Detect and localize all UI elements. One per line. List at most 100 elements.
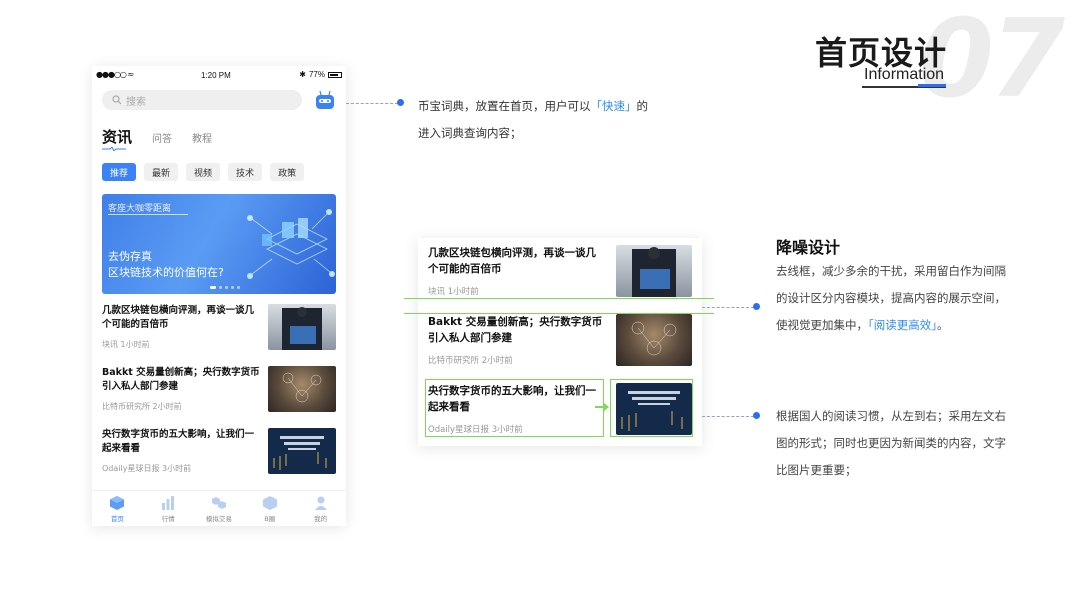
news-title: 央行数字货币的五大影响，让我们一起来看看 [102, 429, 255, 454]
news-time: 2小时前 [152, 402, 182, 411]
chip-recommend[interactable]: 推荐 [102, 163, 137, 181]
chip-video[interactable]: 视频 [186, 163, 221, 181]
signal-icon: ●●●○○ ≈ [96, 70, 134, 79]
featured-banner[interactable]: 客座大咖零距离 去伪存真 区块链技术的价值何在? [102, 194, 336, 294]
news-time: 1小时前 [120, 340, 150, 349]
tab-qa[interactable]: 问答 [152, 130, 172, 145]
news-source: Odaily星球日报 [102, 464, 160, 473]
list-item[interactable]: Bakkt 交易量创新高；央行数字货币引入私人部门参建 比特币研究所 2小时前 [102, 366, 336, 414]
news-time: 3小时前 [162, 464, 192, 473]
tab-news[interactable]: 资讯 [102, 126, 132, 147]
nav-simulated-trading[interactable]: 模拟交易 [194, 495, 244, 523]
banner-tagline-underline [108, 214, 188, 215]
section-title-noise-reduction: 降噪设计 [776, 238, 841, 257]
nav-market[interactable]: 行情 [143, 495, 193, 523]
status-time: 1:20 PM [201, 71, 231, 80]
banner-tagline: 客座大咖零距离 [108, 204, 172, 214]
carousel-indicator [210, 286, 240, 289]
news-title: 几款区块链包横向评测，再谈一谈几个可能的百倍币 [102, 305, 255, 330]
banner-heading-line1: 去伪存真 [108, 250, 152, 263]
news-meta: 比特币研究所 2小时前 [428, 354, 513, 366]
connector-line [702, 307, 754, 308]
nav-label: 模拟交易 [205, 514, 232, 523]
category-chips: 推荐 最新 视频 技术 政策 [102, 163, 305, 181]
annotation-dictionary: 币宝词典，放置在首页，用户可以「快速」的 进入词典查询内容； [418, 93, 678, 147]
spacing-guide-line [404, 313, 714, 314]
news-source: 比特币研究所 [428, 356, 480, 366]
news-title: 几款区块链包横向评测，再谈一谈几个可能的百倍币 [428, 247, 596, 275]
nav-label: 行情 [161, 514, 175, 523]
connector-dot [753, 303, 760, 310]
cubes-icon [211, 496, 226, 509]
annotation-reading-habit: 根据国人的阅读习惯，从左到右；采用左文右图的形式；同时也更因为新闻类的内容，文字… [776, 409, 1006, 477]
hexagon-icon [262, 495, 277, 510]
status-right: ✱ 77% [299, 70, 342, 79]
banner-heading-line2: 区块链技术的价值何在? [108, 266, 224, 279]
nav-profile[interactable]: 我的 [296, 495, 346, 523]
tab-tutorial[interactable]: 教程 [192, 130, 212, 145]
connector-dot [753, 412, 760, 419]
phone-mockup: ●●●○○ ≈ 1:20 PM ✱ 77% 搜索 资讯 问答 教程 推荐 最新 … [92, 66, 346, 526]
nav-home[interactable]: 首页 [92, 495, 142, 523]
news-time: 1小时前 [447, 287, 479, 297]
carousel-dot [219, 286, 222, 289]
annotation-text: 。 [937, 318, 949, 332]
list-item[interactable]: Bakkt 交易量创新高；央行数字货币引入私人部门参建 比特币研究所 2小时前 [428, 314, 692, 370]
carousel-dot [231, 286, 234, 289]
nav-label: B圈 [264, 514, 276, 523]
bottom-nav: 首页 行情 模拟交易 B圈 我的 [92, 490, 346, 526]
news-thumbnail-tablet [616, 245, 692, 297]
chip-latest[interactable]: 最新 [144, 163, 179, 181]
annotation-noise-reduction: 去线框，减少多余的干扰，采用留白作为间隔的设计区分内容模块，提高内容的展示空间，… [776, 258, 1008, 339]
news-thumbnail-quote [268, 428, 336, 474]
news-title: Bakkt 交易量创新高；央行数字货币引入私人部门参建 [428, 316, 603, 344]
news-thumbnail-network [268, 366, 336, 412]
chip-tech[interactable]: 技术 [228, 163, 263, 181]
spacing-guide-line [404, 298, 714, 299]
annotation-text: 的 [636, 99, 649, 113]
news-thumbnail-network [616, 314, 692, 366]
search-input[interactable]: 搜索 [102, 90, 302, 110]
list-item[interactable]: 几款区块链包横向评测，再谈一谈几个可能的百倍币 块讯 1小时前 [102, 304, 336, 352]
nav-b-circle[interactable]: B圈 [245, 495, 295, 523]
image-area-highlight [610, 379, 693, 437]
news-meta: Odaily星球日报 3小时前 [102, 463, 191, 474]
arrow-right-icon [595, 402, 609, 412]
carousel-dot [225, 286, 228, 289]
news-meta: 比特币研究所 2小时前 [102, 401, 182, 412]
news-source: 块讯 [102, 340, 118, 349]
search-icon [112, 95, 122, 105]
user-icon [314, 496, 327, 510]
connector-dot [397, 99, 404, 106]
news-meta: 块讯 1小时前 [428, 285, 479, 297]
connector-line [702, 416, 754, 417]
page-subtitle: Information [864, 66, 945, 83]
battery-percent: 77% [308, 70, 325, 79]
news-source: 比特币研究所 [102, 402, 150, 411]
subtitle-accent-line [918, 84, 946, 87]
chip-policy[interactable]: 政策 [270, 163, 305, 181]
nav-label: 首页 [110, 514, 124, 523]
carousel-dot [237, 286, 240, 289]
news-source: 块讯 [428, 287, 446, 297]
list-item[interactable]: 央行数字货币的五大影响，让我们一起来看看 Odaily星球日报 3小时前 [102, 428, 336, 476]
news-meta: 块讯 1小时前 [102, 339, 150, 350]
carousel-dot [210, 286, 216, 289]
news-time: 2小时前 [481, 356, 513, 366]
news-thumbnail-tablet [268, 304, 336, 350]
search-placeholder: 搜索 [126, 96, 146, 108]
active-tab-indicator [102, 147, 126, 151]
nav-label: 我的 [314, 514, 328, 523]
cube-icon [110, 495, 125, 510]
connector-line [346, 103, 398, 104]
news-title: Bakkt 交易量创新高；央行数字货币引入私人部门参建 [102, 367, 260, 392]
annotation-text: 进入词典查询内容； [418, 126, 522, 140]
status-bar: ●●●○○ ≈ 1:20 PM ✱ 77% [92, 66, 346, 84]
chart-icon [162, 495, 175, 510]
annotation-text: 币宝词典，放置在首页，用户可以 [418, 99, 591, 113]
bluetooth-icon: ✱ [299, 70, 306, 79]
dictionary-robot-icon[interactable] [314, 90, 336, 110]
battery-icon [328, 71, 342, 78]
list-item[interactable]: 几款区块链包横向评测，再谈一谈几个可能的百倍币 块讯 1小时前 [428, 245, 692, 301]
content-tabs: 资讯 问答 教程 [102, 126, 212, 147]
